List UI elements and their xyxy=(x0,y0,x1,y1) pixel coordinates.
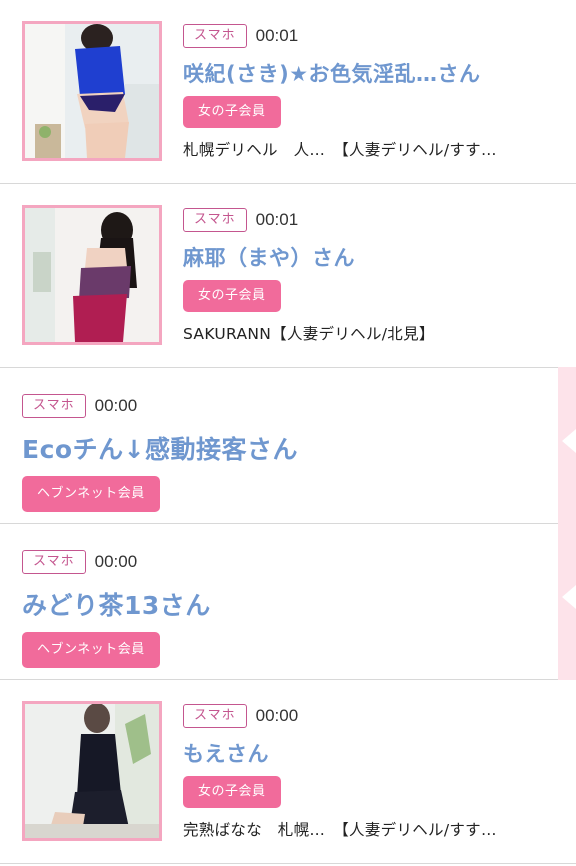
chevron-left-icon xyxy=(562,585,576,609)
member-type-badge: ヘブンネット会員 xyxy=(22,632,160,668)
device-badge: スマホ xyxy=(183,24,247,48)
member-name-link[interactable]: 咲紀(さき)★お色気淫乱…さん xyxy=(183,58,566,88)
list-item[interactable]: スマホ 00:01 麻耶（まや）さん 女の子会員 SAKURANN【人妻デリヘル… xyxy=(0,184,576,368)
member-name-link[interactable]: もえさん xyxy=(183,738,566,768)
list-item[interactable]: スマホ 00:00 Ecoチん↓感動接客さん ヘブンネット会員 xyxy=(0,368,576,524)
profile-photo-image xyxy=(25,24,159,158)
access-log-list: スマホ 00:01 咲紀(さき)★お色気淫乱…さん 女の子会員 札幌デリヘル 人… xyxy=(0,0,576,866)
member-type-badge: 女の子会員 xyxy=(183,776,281,808)
member-name-link[interactable]: Ecoチん↓感動接客さん xyxy=(22,430,546,466)
device-badge: スマホ xyxy=(183,704,247,728)
list-item[interactable]: スマホ 00:01 咲紀(さき)★お色気淫乱…さん 女の子会員 札幌デリヘル 人… xyxy=(0,0,576,184)
access-time: 00:00 xyxy=(255,706,299,725)
member-name-link[interactable]: 麻耶（まや）さん xyxy=(183,242,566,272)
profile-photo-image xyxy=(25,704,159,838)
profile-photo-image xyxy=(25,208,159,342)
access-time: 00:01 xyxy=(255,210,299,229)
chevron-left-icon xyxy=(562,429,576,453)
device-badge: スマホ xyxy=(183,208,247,232)
member-type-badge: 女の子会員 xyxy=(183,96,281,128)
shop-name[interactable]: SAKURANN【人妻デリヘル/北見】 xyxy=(183,322,566,344)
list-item[interactable]: スマホ 00:00 もえさん 女の子会員 完熟ばなな 札幌… 【人妻デリヘル/す… xyxy=(0,680,576,864)
access-time: 00:00 xyxy=(94,396,138,415)
member-type-badge: 女の子会員 xyxy=(183,280,281,312)
side-scroll-band xyxy=(558,367,576,680)
shop-name[interactable]: 札幌デリヘル 人… 【人妻デリヘル/すす… xyxy=(183,138,566,160)
member-name-link[interactable]: みどり茶13さん xyxy=(22,586,546,622)
device-badge: スマホ xyxy=(22,394,86,418)
profile-photo[interactable] xyxy=(22,205,162,345)
access-time: 00:01 xyxy=(255,26,299,45)
list-item[interactable]: スマホ 00:00 みどり茶13さん ヘブンネット会員 xyxy=(0,524,576,680)
shop-name[interactable]: 完熟ばなな 札幌… 【人妻デリヘル/すす… xyxy=(183,818,566,840)
profile-photo[interactable] xyxy=(22,21,162,161)
device-badge: スマホ xyxy=(22,550,86,574)
member-type-badge: ヘブンネット会員 xyxy=(22,476,160,512)
profile-photo[interactable] xyxy=(22,701,162,841)
access-time: 00:00 xyxy=(94,552,138,571)
